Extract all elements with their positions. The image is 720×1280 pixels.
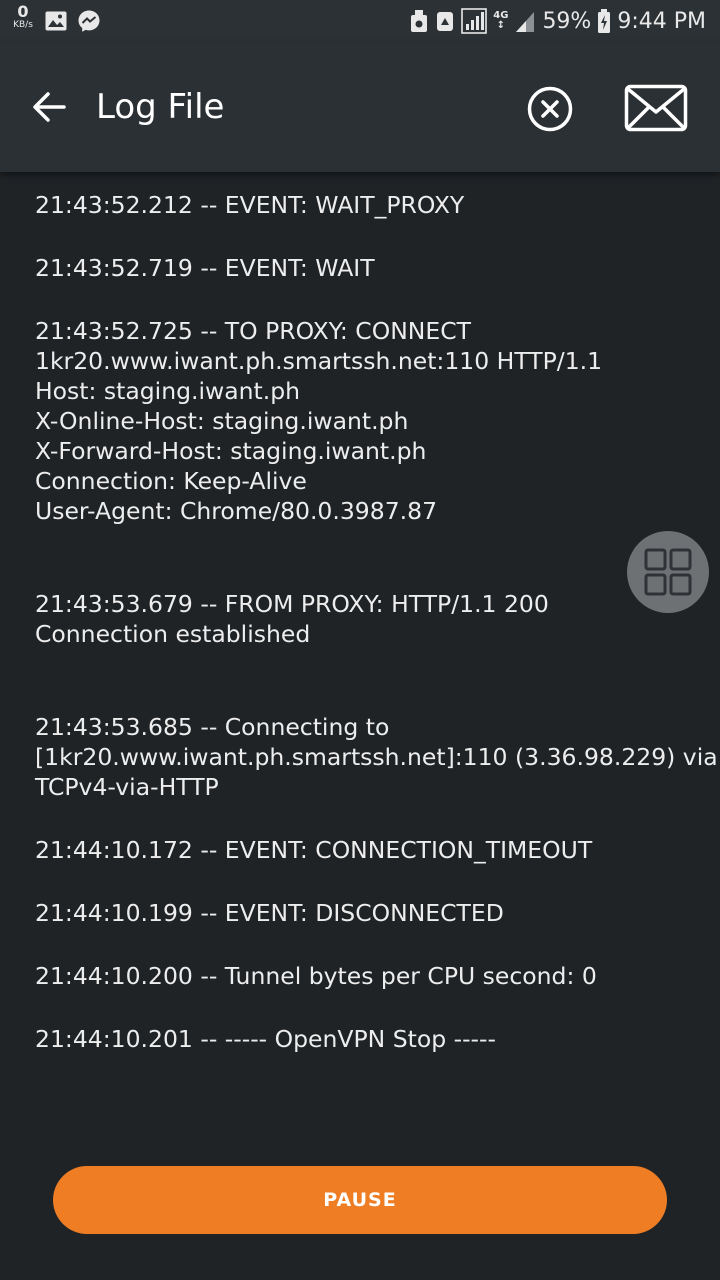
image-icon — [45, 11, 67, 31]
log-line: 21:44:10.172 -- EVENT: CONNECTION_TIMEOU… — [35, 836, 593, 864]
log-line: 21:44:10.201 -- ----- OpenVPN Stop ----- — [35, 1025, 496, 1053]
log-line: 21:44:10.200 -- Tunnel bytes per CPU sec… — [35, 962, 597, 990]
clock: 9:44 PM — [617, 8, 706, 34]
log-line: 21:43:52.725 -- TO PROXY: CONNECT — [35, 317, 471, 345]
log-line: 1kr20.www.iwant.ph.smartssh.net:110 HTTP… — [35, 347, 603, 375]
network-speed-value: 0 — [17, 2, 29, 21]
log-entry: 21:44:10.201 -- ----- OpenVPN Stop ----- — [35, 1024, 700, 1054]
log-entry: 21:44:10.199 -- EVENT: DISCONNECTED — [35, 898, 700, 928]
log-line: TCPv4-via-HTTP — [35, 773, 219, 801]
log-line: 21:44:10.199 -- EVENT: DISCONNECTED — [35, 899, 504, 927]
app-bar: Log File — [0, 42, 720, 172]
screen: 0 KB/s 4G ↕ 59% 9:44 PM Log File 21:43:5… — [0, 0, 720, 1280]
signal-icon — [516, 12, 535, 32]
grid-icon — [644, 548, 692, 596]
log-line: Host: staging.iwant.ph — [35, 377, 301, 405]
network-speed: 0 KB/s — [10, 4, 36, 30]
log-line: 21:43:52.212 -- EVENT: WAIT_PROXY — [35, 191, 465, 219]
network-speed-unit: KB/s — [13, 20, 33, 30]
log-line: 21:43:52.719 -- EVENT: WAIT — [35, 254, 375, 282]
log-entry: 21:43:53.679 -- FROM PROXY: HTTP/1.1 200… — [35, 589, 700, 649]
log-line: User-Agent: Chrome/80.0.3987.87 — [35, 497, 438, 525]
battery-icon — [598, 9, 611, 33]
log-entry: 21:44:10.200 -- Tunnel bytes per CPU sec… — [35, 961, 700, 991]
page-title: Log File — [96, 87, 225, 127]
log-line: Connection established — [35, 620, 311, 648]
status-bar: 0 KB/s 4G ↕ 59% 9:44 PM — [0, 0, 720, 42]
log-entry: 21:43:52.719 -- EVENT: WAIT — [35, 253, 700, 283]
floating-grid-button[interactable] — [627, 531, 709, 613]
pause-button[interactable]: PAUSE — [53, 1166, 667, 1234]
log-line: [1kr20.www.iwant.ph.smartssh.net]:110 (3… — [35, 743, 718, 771]
log-entry: 21:43:53.685 -- Connecting to [1kr20.www… — [35, 712, 718, 802]
battery-percent: 59% — [542, 8, 592, 34]
log-content: 21:43:52.212 -- EVENT: WAIT_PROXY 21:43:… — [35, 190, 718, 1054]
log-line: Connection: Keep-Alive — [35, 467, 307, 495]
log-line: 21:43:53.685 -- Connecting to — [35, 713, 390, 741]
log-line: X-Forward-Host: staging.iwant.ph — [35, 437, 427, 465]
shield-icon — [437, 12, 454, 31]
signal-icon — [461, 8, 488, 34]
log-line: X-Online-Host: staging.iwant.ph — [35, 407, 409, 435]
cleaner-icon — [411, 10, 428, 32]
log-entry: 21:43:52.212 -- EVENT: WAIT_PROXY — [35, 190, 700, 220]
messenger-icon — [78, 10, 100, 32]
mail-icon[interactable] — [624, 84, 688, 132]
status-bar-right: 4G ↕ 59% 9:44 PM — [409, 0, 706, 42]
log-line: 21:43:53.679 -- FROM PROXY: HTTP/1.1 200 — [35, 590, 549, 618]
arrow-left-icon[interactable] — [30, 87, 70, 127]
log-entry: 21:44:10.172 -- EVENT: CONNECTION_TIMEOU… — [35, 835, 700, 865]
network-type: 4G ↕ — [493, 10, 509, 31]
network-type-label: 4G — [493, 10, 509, 21]
log-entry: 21:43:52.725 -- TO PROXY: CONNECT 1kr20.… — [35, 316, 700, 526]
clear-circle-icon[interactable] — [526, 85, 574, 133]
